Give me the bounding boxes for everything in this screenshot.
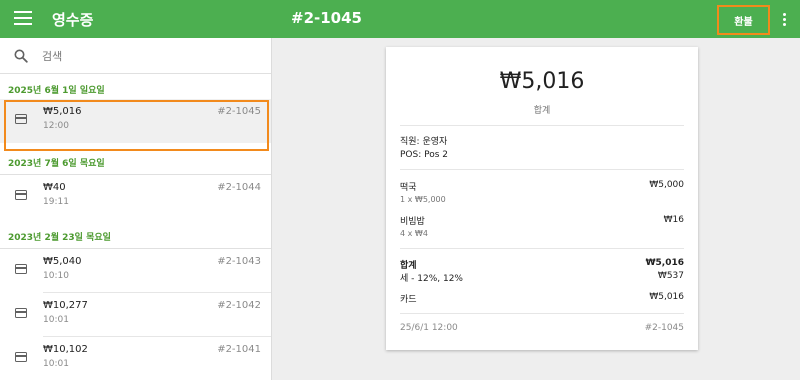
receipt-number: #2-1045 [644,323,684,333]
staff-label: 직원: 운영자 [400,137,448,147]
divider [400,169,684,170]
payment-value: ₩5,016 [649,292,684,302]
receipt-total-label: 합계 [533,106,551,116]
item-number: #2-1043 [217,256,261,267]
sum-label: 합계 [400,261,417,271]
more-options-icon[interactable] [779,10,789,28]
credit-card-icon [15,114,27,124]
credit-card-icon [15,352,27,362]
divider [400,125,684,126]
item-number: #2-1042 [217,300,261,311]
divider [400,313,684,314]
receipt-list-item[interactable]: ₩5,016 12:00 #2-1045 [0,99,271,143]
receipt-total: ₩5,016 [499,69,585,94]
date-header: 2023년 7월 6일 목요일 [8,159,105,169]
receipt-list-pane: 2025년 6월 1일 일요일 ₩5,016 12:00 #2-1045 202… [0,38,272,380]
refund-button[interactable]: 환불 [717,5,770,35]
item-amount: ₩10,277 [43,300,88,311]
receipt-list-item[interactable]: ₩40 19:11 #2-1044 [0,175,271,219]
receipt-list-item[interactable]: ₩5,040 10:10 #2-1043 [0,249,271,293]
date-header: 2023년 2월 23일 목요일 [8,233,111,243]
app-bar: 영수증 #2-1045 환불 [0,0,800,38]
item-amount: ₩40 [43,182,66,193]
credit-card-icon [15,190,27,200]
payment-label: 카드 [400,295,417,305]
item-amount: ₩5,016 [43,106,82,117]
item-amount: ₩5,040 [43,256,82,267]
line-item-price: ₩5,000 [649,180,684,190]
receipt-detail-card: ₩5,016 합계 직원: 운영자 POS: Pos 2 떡국 1 x ₩5,0… [386,47,698,350]
search-icon [14,49,28,63]
item-amount: ₩10,102 [43,344,88,355]
line-item-qty: 4 x ₩4 [400,229,428,238]
credit-card-icon [15,264,27,274]
line-item-price: ₩16 [663,215,684,225]
receipt-datetime: 25/6/1 12:00 [400,323,458,333]
item-time: 12:00 [43,121,69,131]
sum-value: ₩5,016 [645,258,684,268]
tax-value: ₩537 [657,271,684,281]
item-number: #2-1045 [217,106,261,117]
credit-card-icon [15,308,27,318]
item-time: 19:11 [43,197,69,207]
item-time: 10:10 [43,271,69,281]
item-time: 10:01 [43,315,69,325]
search-bar [0,38,271,74]
receipt-list-item[interactable]: ₩10,102 10:01 #2-1041 [0,337,271,380]
line-item-name: 떡국 [400,183,417,193]
app-title: 영수증 [52,11,94,29]
item-time: 10:01 [43,359,69,369]
date-header: 2025년 6월 1일 일요일 [8,86,105,96]
tax-label: 세 - 12%, 12% [400,274,463,284]
item-number: #2-1041 [217,344,261,355]
search-input[interactable] [42,46,252,66]
receipt-list-item[interactable]: ₩10,277 10:01 #2-1042 [0,293,271,337]
divider [400,248,684,249]
menu-icon[interactable] [14,11,32,27]
pos-label: POS: Pos 2 [400,150,449,160]
line-item-name: 비빔밥 [400,217,425,227]
receipt-number-title: #2-1045 [291,9,362,27]
line-item-qty: 1 x ₩5,000 [400,195,446,204]
item-number: #2-1044 [217,182,261,193]
